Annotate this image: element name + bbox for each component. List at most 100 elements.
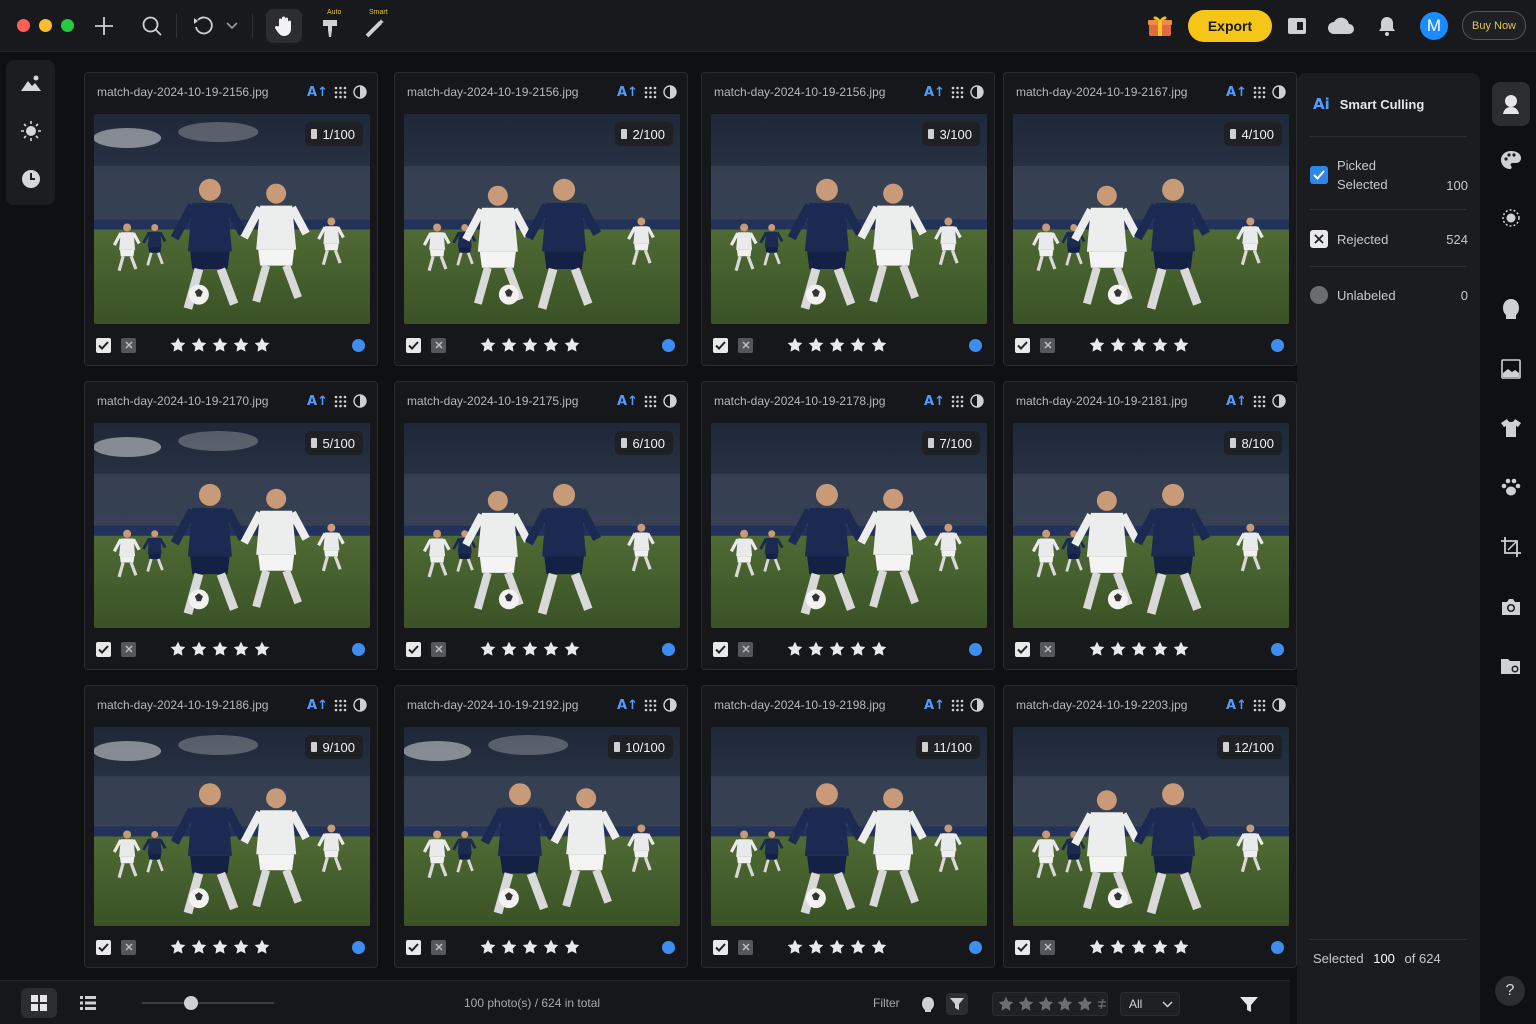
color-label-dot[interactable] [352,940,365,954]
reject-button[interactable] [1040,337,1055,353]
star-icon[interactable] [212,337,228,353]
color-label-dot[interactable] [662,642,675,656]
star-icon[interactable] [1152,337,1168,353]
photo-frame[interactable]: 6/100 [404,423,680,628]
folder-settings-icon[interactable] [1497,652,1525,680]
star-icon[interactable] [871,337,887,353]
list-view-button[interactable] [70,988,106,1018]
reject-button[interactable] [1040,641,1055,657]
contrast-icon[interactable] [970,85,984,99]
detail-grid-icon[interactable] [644,699,657,712]
ai-enhance-icon[interactable]: A↑ [1226,698,1247,713]
detail-grid-icon[interactable] [644,86,657,99]
detail-grid-icon[interactable] [644,395,657,408]
star-icon[interactable] [254,939,270,955]
star-icon[interactable] [1089,939,1105,955]
photo-card[interactable]: match-day-2024-10-19-2167.jpg A↑ 4/100 [1003,72,1297,366]
star-rating[interactable] [787,939,887,955]
grid-view-button[interactable] [21,988,57,1018]
thumbnail-size-slider[interactable] [142,1002,274,1004]
photo-card[interactable]: match-day-2024-10-19-2203.jpg A↑ 12/100 [1003,685,1297,968]
star-icon[interactable] [829,337,845,353]
star-icon[interactable] [480,337,496,353]
smart-tool-button[interactable] [361,14,389,42]
pick-checkbox[interactable] [406,337,421,353]
star-icon[interactable] [191,337,207,353]
bell-icon[interactable] [1373,12,1401,40]
undo-history-chevron-icon[interactable] [222,12,242,40]
photo-card[interactable]: match-day-2024-10-19-2156.jpg A↑ 3/100 [701,72,995,366]
star-icon[interactable] [1089,641,1105,657]
reject-button[interactable] [431,337,446,353]
pick-checkbox[interactable] [96,641,111,657]
star-icon[interactable] [564,939,580,955]
star-icon[interactable] [1173,337,1189,353]
export-button[interactable]: Export [1188,10,1272,42]
contrast-icon[interactable] [353,698,367,712]
star-rating[interactable] [1089,337,1189,353]
star-icon[interactable] [1110,641,1126,657]
palette-icon[interactable] [1497,146,1525,174]
star-icon[interactable] [1173,641,1189,657]
ai-enhance-icon[interactable]: A↑ [924,85,945,100]
clothing-icon[interactable] [1497,414,1525,442]
star-icon[interactable] [191,641,207,657]
star-icon[interactable] [1131,939,1147,955]
photo-frame[interactable]: 7/100 [711,423,987,628]
contrast-icon[interactable] [353,394,367,408]
color-label-dot[interactable] [352,642,365,656]
photo-frame[interactable]: 11/100 [711,727,987,926]
color-label-dot[interactable] [969,940,982,954]
star-icon[interactable] [564,337,580,353]
star-icon[interactable] [1110,337,1126,353]
rejected-row[interactable]: Rejected 524 [1310,229,1468,249]
pick-checkbox[interactable] [713,337,728,353]
color-label-dot[interactable] [969,338,982,352]
star-icon[interactable] [522,641,538,657]
filter-select[interactable]: All [1120,992,1180,1016]
unlabeled-radio[interactable] [1310,286,1328,304]
history-clock-icon[interactable] [18,166,43,191]
star-icon[interactable] [871,939,887,955]
photo-frame[interactable]: 2/100 [404,114,680,324]
star-icon[interactable] [1131,641,1147,657]
photo-frame[interactable]: 10/100 [404,727,680,926]
star-rating[interactable] [170,337,270,353]
star-icon[interactable] [808,337,824,353]
reject-button[interactable] [121,337,136,353]
star-icon[interactable] [501,337,517,353]
star-icon[interactable] [212,641,228,657]
star-icon[interactable] [254,337,270,353]
hand-tool-button[interactable] [266,9,302,43]
photo-frame[interactable]: 1/100 [94,114,370,324]
pet-paw-icon[interactable] [1497,473,1525,501]
thumbnail-size-handle[interactable] [183,996,198,1010]
star-rating[interactable] [1089,939,1189,955]
auto-tool-button[interactable] [316,14,344,42]
photo-card[interactable]: match-day-2024-10-19-2178.jpg A↑ 7/100 [701,381,995,670]
photo-card[interactable]: match-day-2024-10-19-2198.jpg A↑ 11/100 [701,685,995,968]
reject-button[interactable] [121,939,136,955]
photo-frame[interactable]: 3/100 [711,114,987,324]
detail-grid-icon[interactable] [334,86,347,99]
color-label-dot[interactable] [662,338,675,352]
pick-checkbox[interactable] [96,939,111,955]
photo-frame[interactable]: 4/100 [1013,114,1289,324]
star-icon[interactable] [1173,939,1189,955]
star-icon[interactable] [1152,939,1168,955]
star-icon[interactable] [808,939,824,955]
pick-checkbox[interactable] [406,641,421,657]
photo-card[interactable]: match-day-2024-10-19-2192.jpg A↑ 10/100 [394,685,688,968]
star-icon[interactable] [871,641,887,657]
ai-enhance-icon[interactable]: A↑ [307,85,328,100]
face-filter-icon[interactable] [917,993,939,1015]
pick-checkbox[interactable] [1015,337,1030,353]
star-icon[interactable] [808,641,824,657]
reject-button[interactable] [1040,939,1055,955]
ai-enhance-icon[interactable]: A↑ [617,394,638,409]
star-icon[interactable] [787,939,803,955]
star-icon[interactable] [787,641,803,657]
star-icon[interactable] [787,337,803,353]
search-icon[interactable] [138,12,166,40]
help-button[interactable]: ? [1495,976,1525,1006]
